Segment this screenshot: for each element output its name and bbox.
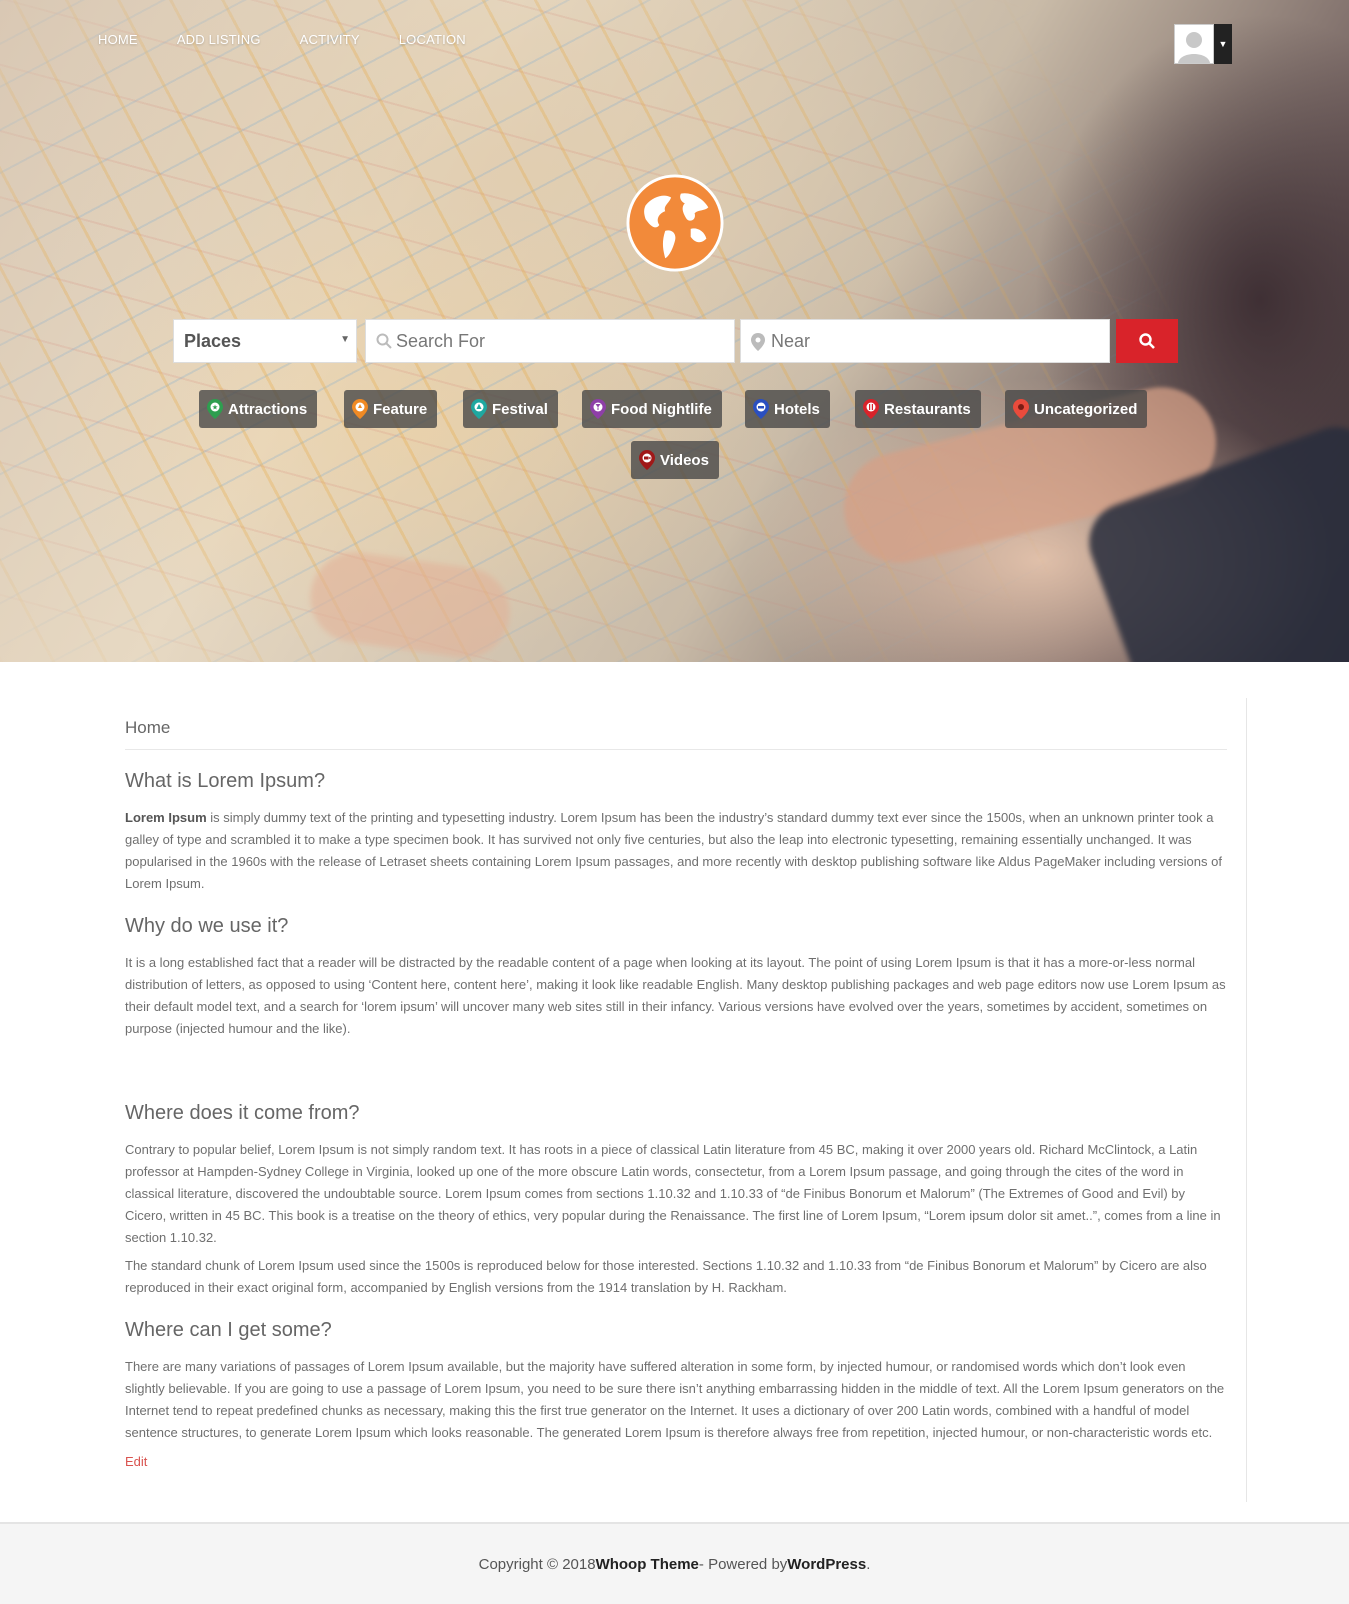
restaurants-pin-icon — [863, 399, 879, 419]
edit-link[interactable]: Edit — [125, 1454, 147, 1469]
post-type-selected: Places — [184, 331, 242, 351]
category-attractions[interactable]: ★ Attractions — [199, 390, 318, 428]
category-label: Festival — [492, 400, 548, 418]
hotels-pin-icon — [753, 399, 769, 419]
paragraph-text: is simply dummy text of the printing and… — [125, 810, 1222, 891]
attractions-pin-icon: ★ — [207, 399, 223, 419]
map-marker-icon — [751, 333, 765, 351]
paragraph: It is a long established fact that a rea… — [125, 955, 1226, 1036]
wordpress-link[interactable]: WordPress — [787, 1556, 866, 1573]
category-food-nightlife[interactable]: Food Nightlife — [582, 390, 722, 428]
near-field[interactable] — [740, 319, 1110, 363]
nav-add-listing[interactable]: ADD LISTING — [177, 32, 261, 47]
videos-pin-icon — [639, 450, 655, 470]
category-label: Restaurants — [884, 400, 971, 418]
festival-pin-icon — [471, 399, 487, 419]
user-silhouette-icon — [1175, 27, 1213, 63]
footer-suffix: . — [866, 1555, 871, 1573]
select-caret-icon: ▼ — [340, 334, 350, 345]
category-videos[interactable]: Videos — [631, 441, 719, 479]
category-label: Uncategorized — [1034, 400, 1138, 418]
search-button[interactable] — [1116, 319, 1178, 363]
paragraph: The standard chunk of Lorem Ipsum used s… — [125, 1258, 1207, 1295]
near-input[interactable] — [771, 320, 1101, 362]
svg-text:★: ★ — [212, 404, 218, 412]
food-nightlife-pin-icon — [590, 399, 606, 419]
category-feature[interactable]: Feature — [344, 390, 438, 428]
post-type-select[interactable]: Places ▼ — [173, 319, 357, 363]
uncategorized-pin-icon — [1013, 399, 1029, 419]
breadcrumb: Home — [125, 698, 1227, 750]
nav-home[interactable]: HOME — [98, 32, 138, 47]
category-restaurants[interactable]: Restaurants — [855, 390, 981, 428]
globe-logo-icon[interactable] — [626, 174, 724, 272]
caret-down-icon[interactable]: ▼ — [1214, 24, 1232, 64]
section-heading: Why do we use it? — [125, 915, 289, 937]
nav-location[interactable]: LOCATION — [399, 32, 466, 47]
paragraph: Contrary to popular belief, Lorem Ipsum … — [125, 1142, 1221, 1245]
feature-pin-icon — [352, 399, 368, 419]
section-heading: What is Lorem Ipsum? — [125, 770, 326, 792]
page-content: Home What is Lorem Ipsum? Lorem Ipsum is… — [125, 698, 1227, 1471]
footer: Copyright © 2018 Whoop Theme - Powered b… — [0, 1522, 1349, 1604]
section-heading: Where can I get some? — [125, 1319, 332, 1341]
category-label: Food Nightlife — [611, 400, 712, 418]
theme-link[interactable]: Whoop Theme — [596, 1556, 699, 1573]
copyright-prefix: Copyright © 2018 — [478, 1555, 596, 1573]
avatar[interactable] — [1174, 24, 1214, 64]
sidebar-divider — [1246, 698, 1247, 1502]
category-uncategorized[interactable]: Uncategorized — [1005, 390, 1148, 428]
paragraph: Lorem Ipsum is simply dummy text of the … — [125, 807, 1227, 895]
bold-lead: Lorem Ipsum — [125, 810, 207, 825]
category-label: Hotels — [774, 400, 820, 418]
paragraph: There are many variations of passages of… — [125, 1359, 1225, 1440]
section-heading: Where does it come from? — [125, 1102, 360, 1124]
category-label: Attractions — [228, 400, 308, 418]
user-menu[interactable]: ▼ — [1174, 24, 1232, 66]
search-icon — [376, 333, 392, 349]
category-label: Feature — [373, 400, 428, 418]
search-input[interactable] — [396, 320, 726, 362]
nav-activity[interactable]: ACTIVITY — [300, 32, 360, 47]
category-festival[interactable]: Festival — [463, 390, 558, 428]
category-label: Videos — [660, 451, 709, 469]
powered-by-text: - Powered by — [698, 1555, 788, 1573]
main-nav: HOME ADD LISTING ACTIVITY LOCATION — [98, 32, 505, 47]
category-hotels[interactable]: Hotels — [745, 390, 830, 428]
search-field[interactable] — [365, 319, 735, 363]
search-icon — [1139, 333, 1155, 349]
